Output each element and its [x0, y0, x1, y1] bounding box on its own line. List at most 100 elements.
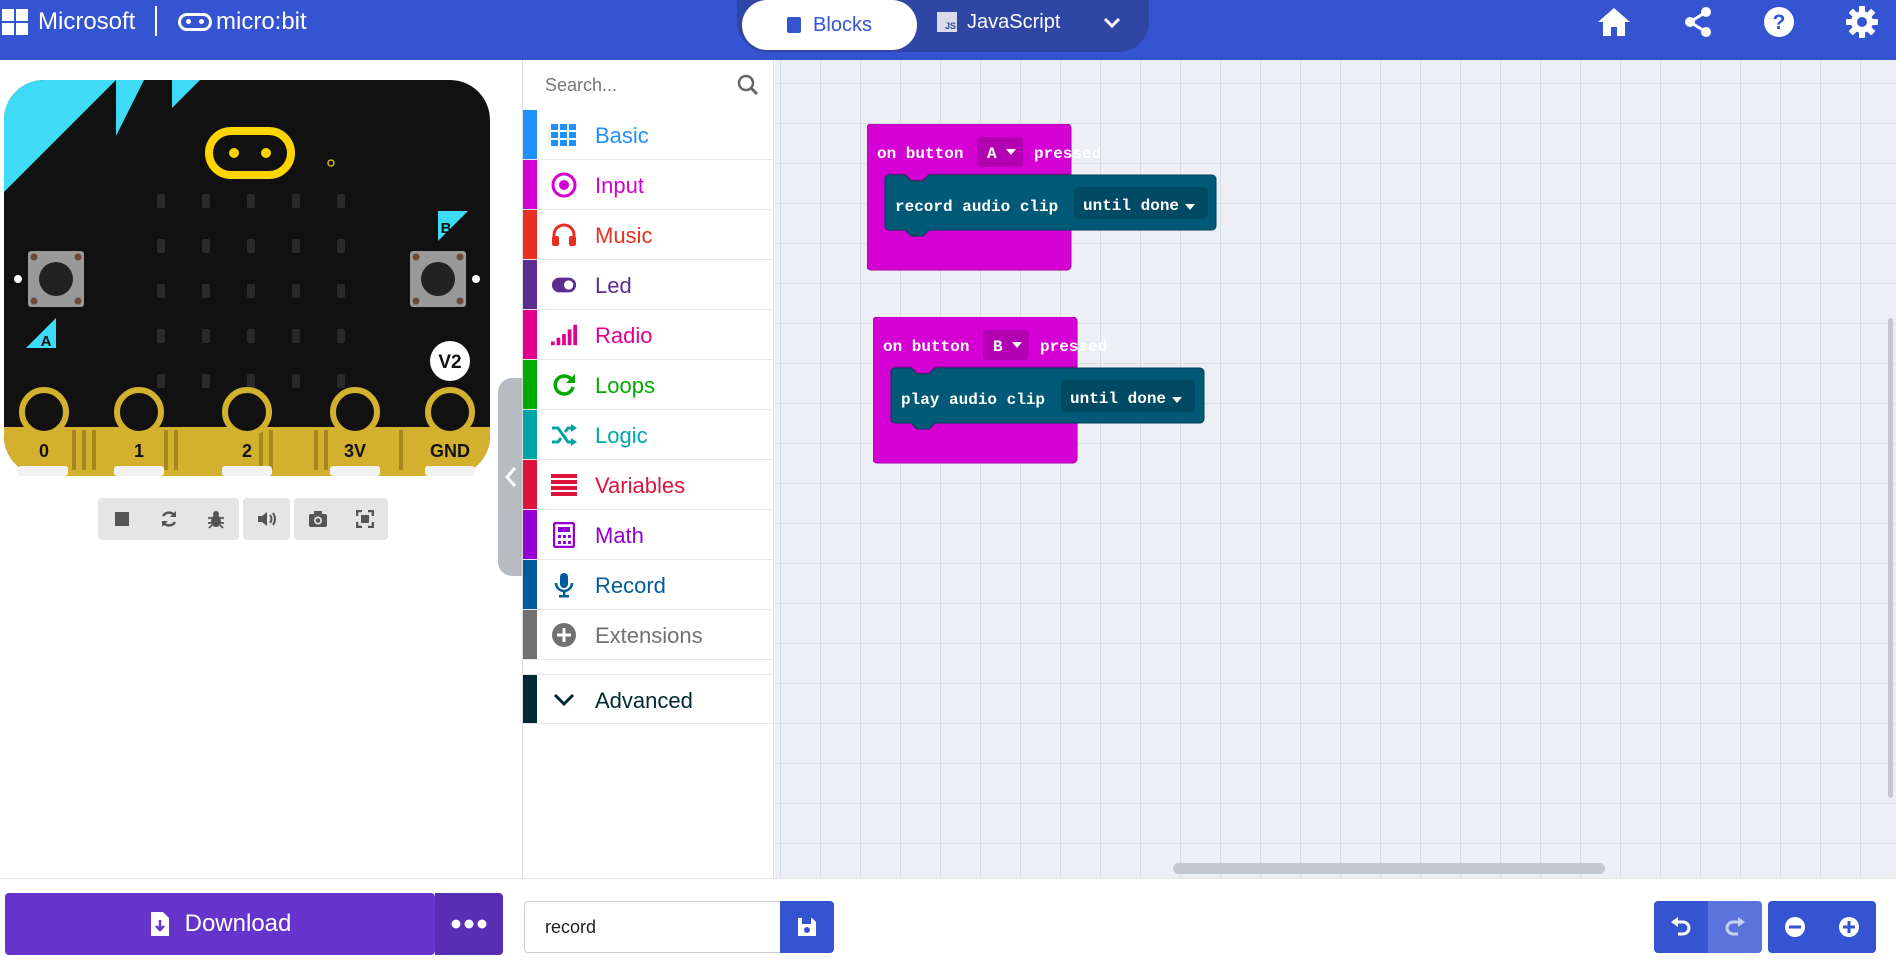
category-music[interactable]: Music — [523, 210, 773, 260]
category-label: Basic — [595, 123, 649, 148]
home-icon[interactable] — [1594, 2, 1634, 42]
toggle-icon — [551, 273, 577, 297]
shuffle-icon — [551, 423, 577, 447]
zoom-in-button[interactable] — [1822, 901, 1876, 953]
mute-icon[interactable] — [243, 498, 290, 540]
download-icon — [150, 912, 169, 936]
category-color-bar — [523, 675, 537, 723]
vertical-scrollbar[interactable] — [1888, 318, 1893, 798]
mode-dropdown[interactable]: until done — [1061, 380, 1195, 412]
category-led[interactable]: Led — [523, 260, 773, 310]
signal-icon — [551, 323, 577, 347]
top-header: Microsoft micro:bit Blocks JS JavaScript — [0, 0, 1896, 60]
block-text: record audio clip — [895, 198, 1058, 216]
category-loops[interactable]: Loops — [523, 360, 773, 410]
play-audio-clip-block[interactable]: play audio clip until done — [890, 367, 1205, 430]
restart-icon[interactable] — [145, 498, 192, 540]
redo-button[interactable] — [1708, 901, 1762, 953]
category-label: Advanced — [595, 688, 693, 713]
category-variables[interactable]: Variables — [523, 460, 773, 510]
dropdown-value: B — [993, 338, 1003, 356]
button-dropdown[interactable]: B — [983, 330, 1029, 360]
event-block-button-a[interactable]: on button A pressed record audio clip un… — [867, 124, 1227, 272]
category-label: Led — [595, 273, 632, 298]
category-radio[interactable]: Radio — [523, 310, 773, 360]
stop-icon[interactable] — [98, 498, 145, 540]
button-b[interactable] — [410, 251, 466, 307]
horizontal-scrollbar[interactable] — [1173, 863, 1605, 874]
category-color-bar — [523, 260, 537, 309]
share-icon[interactable] — [1678, 2, 1718, 42]
category-color-bar — [523, 310, 537, 359]
microbit-brand[interactable]: micro:bit — [178, 0, 307, 44]
undo-button[interactable] — [1654, 901, 1708, 953]
tab-javascript[interactable]: JS JavaScript — [937, 0, 1060, 44]
chevron-down-icon — [551, 688, 577, 712]
category-math[interactable]: Math — [523, 510, 773, 560]
pin-label: 0 — [39, 441, 49, 461]
block-event-label: on button — [883, 338, 969, 356]
save-button[interactable] — [780, 901, 834, 953]
category-color-bar — [523, 160, 537, 209]
fullscreen-icon[interactable] — [341, 498, 388, 540]
toolbox: Basic Input Music Led — [522, 60, 774, 878]
zoom-in-icon — [1839, 917, 1859, 937]
download-more-button[interactable] — [435, 893, 503, 955]
version-badge: V2 — [438, 352, 461, 373]
category-label: Record — [595, 573, 666, 598]
search-icon[interactable] — [737, 74, 759, 101]
category-label: Logic — [595, 423, 648, 448]
pin-label: 1 — [134, 441, 144, 461]
headphones-icon — [551, 223, 577, 247]
tab-blocks[interactable]: Blocks — [742, 0, 917, 50]
save-icon — [798, 918, 816, 936]
dropdown-value: A — [987, 145, 997, 163]
dropdown-value: until done — [1070, 390, 1166, 408]
category-input[interactable]: Input — [523, 160, 773, 210]
microsoft-brand[interactable]: Microsoft — [2, 0, 135, 44]
category-label: Input — [595, 173, 644, 198]
record-audio-clip-block[interactable]: record audio clip until done — [884, 174, 1217, 237]
category-label: Math — [595, 523, 644, 548]
bottom-toolbar: Download — [0, 878, 1896, 964]
microsoft-label: Microsoft — [38, 8, 136, 35]
category-color-bar — [523, 110, 537, 159]
sim-control-group — [98, 498, 239, 540]
debug-icon[interactable] — [192, 498, 239, 540]
search-input[interactable] — [523, 60, 723, 110]
simulator-controls — [98, 498, 388, 540]
category-logic[interactable]: Logic — [523, 410, 773, 460]
puzzle-icon — [787, 17, 802, 33]
button-a[interactable] — [28, 251, 84, 307]
collapse-simulator-button[interactable] — [498, 378, 524, 576]
makecode-editor: Microsoft micro:bit Blocks JS JavaScript — [0, 0, 1896, 964]
category-color-bar — [523, 610, 537, 659]
microbit-board[interactable]: A B V2 0 1 2 3V GND — [4, 80, 490, 476]
help-icon[interactable]: ? — [1759, 2, 1799, 42]
button-dropdown[interactable]: A — [977, 137, 1023, 167]
download-button[interactable]: Download — [5, 893, 435, 955]
category-color-bar — [523, 360, 537, 409]
category-advanced[interactable]: Advanced — [523, 674, 773, 724]
blocks-workspace[interactable]: on button A pressed record audio clip un… — [775, 60, 1896, 878]
category-extensions[interactable]: Extensions — [523, 610, 773, 660]
zoom-out-button[interactable] — [1768, 901, 1822, 953]
chevron-down-icon[interactable] — [1097, 8, 1127, 38]
toolbox-search — [523, 60, 773, 110]
pin-label: GND — [430, 441, 470, 461]
loop-icon — [551, 373, 577, 397]
settings-icon[interactable] — [1842, 2, 1882, 42]
mode-dropdown[interactable]: until done — [1074, 187, 1208, 219]
category-label: Music — [595, 223, 653, 248]
category-record[interactable]: Record — [523, 560, 773, 610]
screenshot-icon[interactable] — [294, 498, 341, 540]
block-text: play audio clip — [901, 391, 1045, 409]
event-block-button-b[interactable]: on button B pressed play audio clip unti… — [873, 317, 1233, 465]
category-label: Variables — [595, 473, 686, 498]
redo-icon — [1725, 917, 1745, 936]
download-label: Download — [184, 910, 292, 937]
category-basic[interactable]: Basic — [523, 110, 773, 160]
project-name-input[interactable] — [524, 901, 780, 953]
microphone-icon — [551, 573, 577, 598]
input-icon — [551, 172, 577, 198]
